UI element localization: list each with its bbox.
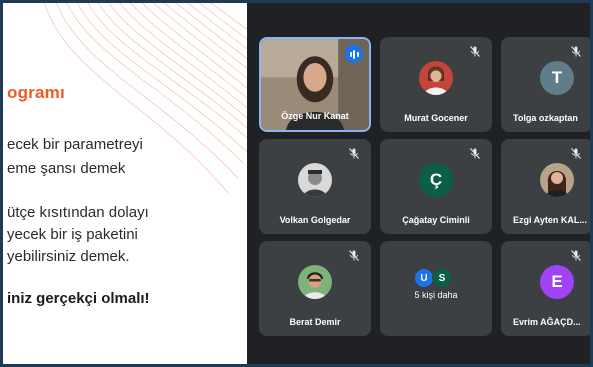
participant-tile[interactable]: Murat Gocener (380, 37, 492, 132)
participant-tile[interactable]: Ç Çağatay Ciminli (380, 139, 492, 234)
slide-title: ogramı (7, 83, 65, 102)
avatar (298, 163, 332, 197)
avatar (540, 163, 574, 197)
slide-text-line: eme şansı demek (7, 160, 126, 177)
presentation-slide: ogramı ecek bir parametreyi eme şansı de… (3, 3, 247, 364)
slide-text-line: yebilirsiniz demek. (7, 248, 130, 265)
participant-name: Ezgi Ayten KAL... (513, 215, 587, 225)
slide-text-line: ecek bir parametreyi (7, 136, 143, 153)
mic-off-icon (349, 250, 359, 261)
participant-tile[interactable]: Berat Demir (259, 241, 371, 336)
audio-wave-icon (345, 45, 363, 63)
mini-avatar: S (432, 268, 452, 288)
participant-name: Murat Gocener (404, 113, 468, 123)
participant-tile[interactable]: Özge Nur Kanat (259, 37, 371, 132)
mic-off-icon (571, 250, 581, 261)
participant-name: Çağatay Ciminli (402, 215, 470, 225)
avatar: Ç (419, 163, 453, 197)
participant-name: Volkan Golgedar (279, 215, 351, 225)
participant-tile[interactable]: E Evrim AĞAÇD... (501, 241, 590, 336)
avatar: T (540, 61, 574, 95)
participant-tile[interactable]: Ezgi Ayten KAL... (501, 139, 590, 234)
slide-text-line: yecek bir iş paketini (7, 226, 138, 243)
mic-off-icon (470, 46, 480, 57)
participant-tile[interactable]: T Tolga ozkaptan (501, 37, 590, 132)
avatar (298, 265, 332, 299)
screen-frame: ogramı ecek bir parametreyi eme şansı de… (0, 0, 593, 367)
mic-off-icon (571, 148, 581, 159)
mini-avatar-group: U S (414, 268, 458, 290)
more-participants-tile[interactable]: U S 5 kişi daha (380, 241, 492, 336)
mic-off-icon (349, 148, 359, 159)
participant-name: Evrim AĞAÇD... (513, 317, 581, 327)
slide-emphasis-text: iniz gerçekçi olmalı! (7, 290, 150, 307)
more-participants-label: 5 kişi daha (414, 290, 458, 300)
participant-tile[interactable]: Volkan Golgedar (259, 139, 371, 234)
avatar (419, 61, 453, 95)
participant-name: Tolga ozkaptan (513, 113, 578, 123)
mic-off-icon (571, 46, 581, 57)
slide-text-line: ütçe kısıtından dolayı (7, 204, 149, 221)
participant-name: Berat Demir (289, 317, 341, 327)
mini-avatar: U (414, 268, 434, 288)
participant-grid: Özge Nur Kanat Murat Gocener T Tolga ozk… (247, 3, 590, 364)
mic-off-icon (470, 148, 480, 159)
avatar: E (540, 265, 574, 299)
participant-name: Özge Nur Kanat (281, 111, 349, 121)
